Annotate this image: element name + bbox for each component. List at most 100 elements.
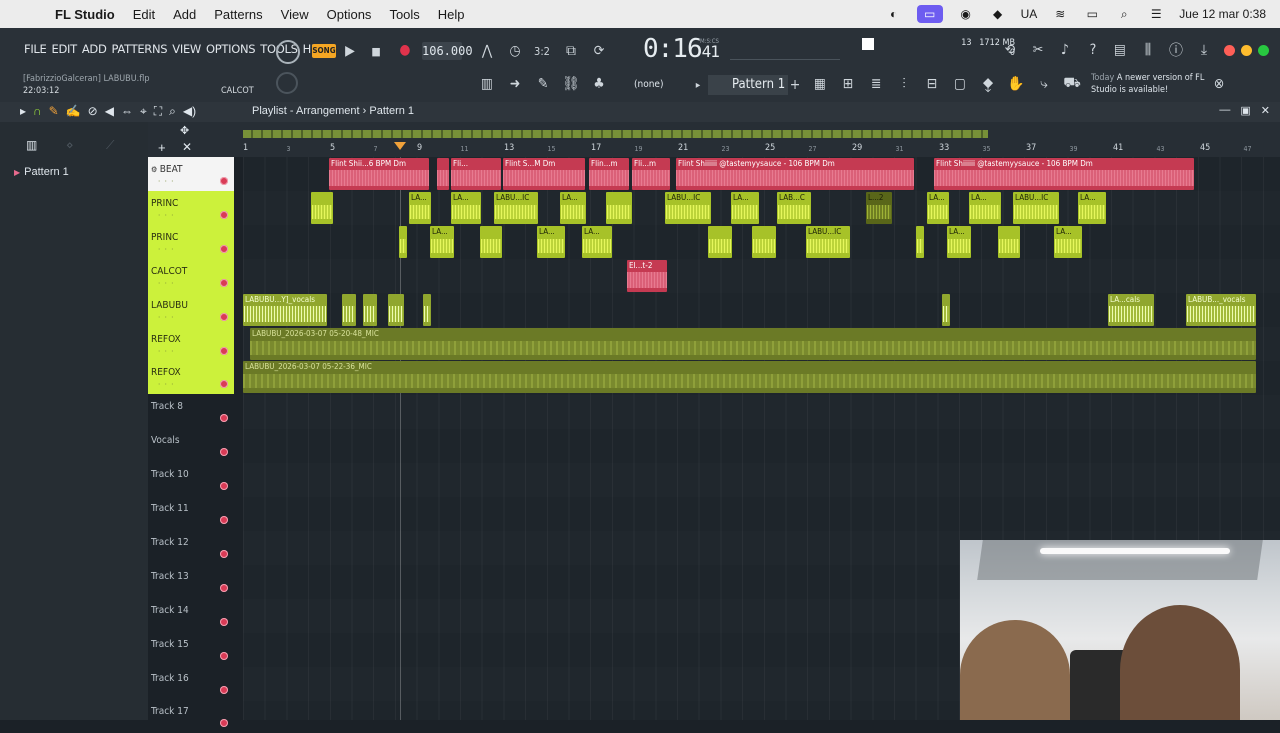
menu-add[interactable]: Add bbox=[164, 7, 205, 22]
pattern-prev-icon[interactable]: ▸ bbox=[692, 77, 704, 93]
stop-icon[interactable]: ■ bbox=[369, 42, 383, 60]
playlist-clip[interactable]: LA... bbox=[731, 191, 759, 224]
track-header[interactable]: BEAT · · · bbox=[148, 157, 234, 191]
track-mute-led[interactable] bbox=[220, 583, 228, 592]
playlist-clip[interactable] bbox=[423, 293, 431, 326]
brush-tool-icon[interactable]: ✎ bbox=[533, 75, 553, 93]
track-header[interactable]: PRINC · · · bbox=[148, 224, 234, 259]
playlist-clip[interactable]: LA... bbox=[430, 225, 454, 258]
picker-audio-icon[interactable]: ⋄ bbox=[66, 138, 74, 152]
plugin-picker-icon[interactable]: ⧪ bbox=[978, 75, 998, 93]
wait-for-input-icon[interactable]: ◷ bbox=[505, 42, 525, 60]
playlist-clip[interactable]: LA... bbox=[582, 225, 612, 258]
track-mute-led[interactable] bbox=[220, 380, 228, 389]
add-pattern-icon[interactable]: + bbox=[789, 77, 801, 93]
paint-tool-icon[interactable]: ✍ bbox=[66, 104, 81, 119]
playlist-clip[interactable] bbox=[480, 225, 502, 258]
step-edit-icon[interactable]: ⧉ bbox=[561, 42, 581, 60]
link-icon[interactable]: ⛓ bbox=[561, 75, 581, 93]
master-pitch-knob[interactable] bbox=[276, 72, 298, 94]
loop-record-icon[interactable]: ⟳ bbox=[589, 42, 609, 60]
track-header[interactable]: Track 17 bbox=[148, 699, 234, 733]
track-mute-led[interactable] bbox=[220, 651, 228, 660]
playlist-clip[interactable] bbox=[311, 191, 333, 224]
playlist-clip[interactable] bbox=[363, 293, 377, 326]
mixer-view-icon[interactable]: ≣ bbox=[866, 75, 886, 93]
track-header[interactable]: Track 11 bbox=[148, 496, 234, 530]
playlist-clip[interactable] bbox=[342, 293, 356, 326]
record-icon[interactable]: ● bbox=[398, 42, 412, 58]
track-mute-led[interactable] bbox=[220, 177, 228, 185]
playhead-marker[interactable] bbox=[394, 142, 406, 150]
playlist-clip[interactable]: LABUBU...Y]_vocals bbox=[243, 293, 327, 326]
track-header[interactable]: LABUBU · · · bbox=[148, 292, 234, 327]
playlist-clip[interactable]: LABUBU_2026-03-07 05-22-36_MIC bbox=[243, 361, 1256, 394]
control-center-icon[interactable]: ☰ bbox=[1147, 7, 1165, 21]
playlist-clip[interactable]: LA... bbox=[409, 191, 431, 224]
playlist-clip[interactable]: LABU...IC bbox=[494, 191, 538, 224]
battery-icon[interactable]: ▭ bbox=[1083, 7, 1101, 21]
piano-roll-icon[interactable]: ▥ bbox=[476, 75, 498, 93]
playlist-icon[interactable]: ▦ bbox=[810, 75, 830, 93]
status-app-icon[interactable]: ◐ bbox=[885, 7, 903, 21]
menu-help[interactable]: Help bbox=[429, 7, 474, 22]
select-tool-icon[interactable]: ⛶ bbox=[154, 104, 162, 119]
mixer-icon[interactable]: ⫼ bbox=[1138, 40, 1158, 60]
add-track-icon[interactable]: + bbox=[158, 140, 166, 155]
playlist-clip[interactable] bbox=[752, 225, 776, 258]
track-mute-led[interactable] bbox=[220, 549, 228, 558]
playlist-clip[interactable] bbox=[399, 225, 407, 258]
snap-magnet-icon[interactable]: ∩ bbox=[33, 104, 42, 119]
playlist-clip[interactable]: LABU...IC bbox=[1013, 191, 1059, 224]
screen-record-icon[interactable]: ▭ bbox=[916, 5, 943, 23]
playlist-clip[interactable]: Flin...m bbox=[589, 158, 629, 190]
countdown-icon[interactable]: 3:2 bbox=[532, 42, 552, 60]
playlist-pattern-name[interactable]: Pattern 1 bbox=[369, 105, 414, 117]
track-mute-led[interactable] bbox=[220, 414, 228, 423]
slice-tool-icon[interactable]: ⌖ bbox=[140, 104, 147, 119]
spotlight-search-icon[interactable]: ⌕ bbox=[1115, 7, 1133, 21]
fl-menu-view[interactable]: VIEW bbox=[172, 42, 201, 56]
microphone-icon[interactable]: ♪ bbox=[1055, 40, 1075, 60]
playlist-clip[interactable]: LA... bbox=[1078, 191, 1106, 224]
playlist-clip[interactable]: El...t-2 bbox=[627, 259, 667, 292]
playlist-clip[interactable]: LA... bbox=[947, 225, 971, 258]
playlist-clip[interactable]: Flint Shiiiiii @tastemyysauce - 106 BPM … bbox=[676, 158, 914, 190]
wifi-icon[interactable]: ≋ bbox=[1051, 7, 1069, 21]
playlist-clip[interactable]: LABU...IC bbox=[665, 191, 711, 224]
help-icon[interactable]: ? bbox=[1083, 40, 1103, 60]
channel-rack-icon[interactable]: ⊞ bbox=[838, 75, 858, 93]
window-zoom-icon[interactable] bbox=[1258, 45, 1269, 56]
track-header[interactable]: Vocals bbox=[148, 428, 234, 462]
arrow-tool-icon[interactable]: ➜ bbox=[505, 75, 525, 93]
playback-tool-icon[interactable]: ◀) bbox=[183, 104, 196, 119]
playlist-clip[interactable]: LA... bbox=[560, 191, 586, 224]
info-icon[interactable]: ⓘ bbox=[1166, 40, 1186, 60]
playlist-clip[interactable]: Flint Shiiiiii @tastemyysauce - 106 BPM … bbox=[934, 158, 1194, 190]
browser-icon[interactable]: ⊟ bbox=[922, 75, 942, 93]
track-mute-led[interactable] bbox=[220, 278, 228, 287]
tempo-display[interactable]: 106.000 bbox=[422, 42, 473, 60]
window-close-icon[interactable] bbox=[1224, 45, 1235, 56]
piano-roll-view-icon[interactable]: ⫶ bbox=[894, 75, 914, 93]
song-overview-strip[interactable] bbox=[243, 130, 988, 138]
playlist-clip[interactable]: L...2 bbox=[866, 191, 892, 224]
picker-item-pattern-1[interactable]: ▶ Pattern 1 bbox=[14, 166, 69, 178]
track-header[interactable]: Track 13 bbox=[148, 564, 234, 598]
track-mute-led[interactable] bbox=[220, 482, 228, 491]
playlist-minimize-icon[interactable]: — bbox=[1219, 104, 1230, 117]
playlist-clip[interactable]: LA... bbox=[969, 191, 1001, 224]
playlist-maximize-icon[interactable]: ▣ bbox=[1240, 104, 1250, 117]
track-mute-led[interactable] bbox=[220, 516, 228, 524]
playlist-clip[interactable]: Fli...m bbox=[632, 158, 670, 190]
track-header[interactable]: Track 10 bbox=[148, 462, 234, 496]
plugin-database-icon[interactable]: ▢ bbox=[950, 75, 970, 93]
metronome-icon[interactable]: ⋀ bbox=[478, 42, 496, 60]
undo-icon[interactable]: ⟲ bbox=[1000, 40, 1020, 60]
playlist-clip[interactable]: LA... bbox=[1054, 225, 1082, 258]
song-mode-toggle[interactable]: SONG bbox=[312, 44, 336, 58]
menu-options[interactable]: Options bbox=[318, 7, 381, 22]
cut-icon[interactable]: ✂ bbox=[1028, 40, 1048, 60]
track-header[interactable]: CALCOT · · · bbox=[148, 258, 234, 293]
playlist-clip[interactable]: LA... bbox=[927, 191, 949, 224]
